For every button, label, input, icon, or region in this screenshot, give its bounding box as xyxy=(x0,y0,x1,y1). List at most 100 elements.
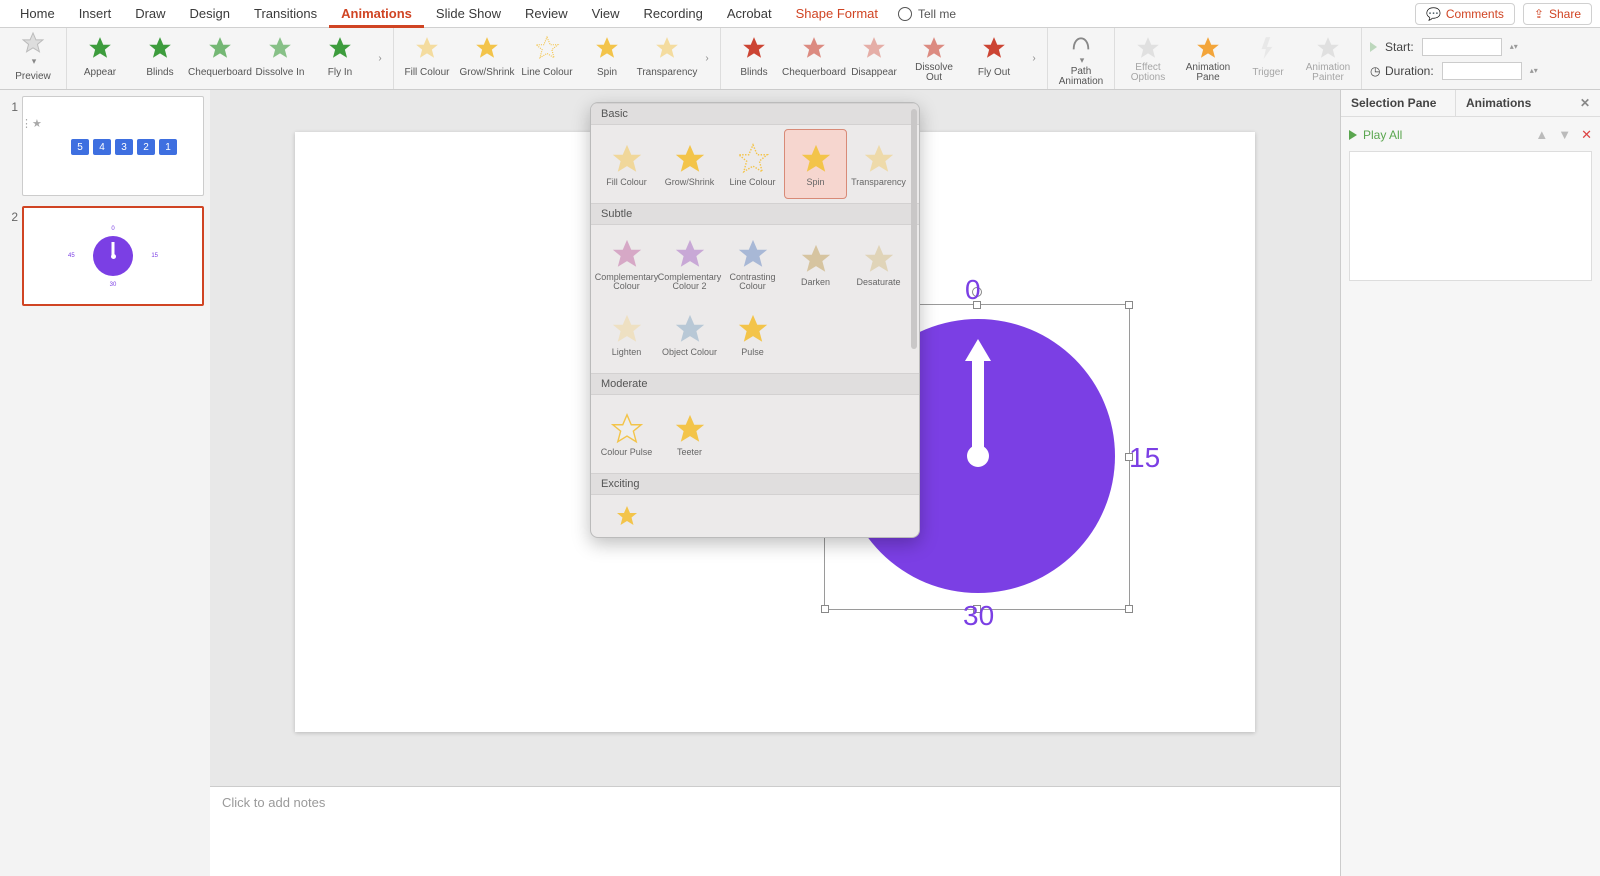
resize-handle[interactable] xyxy=(821,605,829,613)
resize-handle[interactable] xyxy=(1125,605,1133,613)
preview-button[interactable]: ▾ Preview xyxy=(6,31,60,87)
close-pane-button[interactable]: ✕ xyxy=(1570,90,1600,116)
entrance-blinds[interactable]: Blinds xyxy=(133,31,187,87)
gallery-item-lighten[interactable]: Lighten xyxy=(595,299,658,369)
move-down-button[interactable]: ▼ xyxy=(1558,127,1571,143)
side-panels: Selection Pane Animations ✕ Play All ▲ ▼… xyxy=(1340,90,1600,876)
emphasis-transparency[interactable]: Transparency xyxy=(640,31,694,87)
gallery-item-exciting-1[interactable] xyxy=(595,499,658,533)
menu-tabbar: Home Insert Draw Design Transitions Anim… xyxy=(0,0,1600,28)
duration-spinner[interactable]: ▴▾ xyxy=(1530,68,1542,74)
emphasis-fillcolour[interactable]: Fill Colour xyxy=(400,31,454,87)
gallery-item-teeter[interactable]: Teeter xyxy=(658,399,721,469)
gallery-item-desaturate[interactable]: Desaturate xyxy=(847,229,910,299)
entrance-chequerboard[interactable]: Chequerboard xyxy=(193,31,247,87)
animation-pane-button[interactable]: Animation Pane xyxy=(1181,31,1235,87)
star-icon xyxy=(534,35,560,61)
clock-label-15: 15 xyxy=(1129,442,1160,474)
exit-chequerboard[interactable]: Chequerboard xyxy=(787,31,841,87)
gallery-item-linecolour[interactable]: Line Colour xyxy=(721,129,784,199)
exit-label: Dissolve Out xyxy=(907,63,961,83)
tab-transitions[interactable]: Transitions xyxy=(242,0,329,28)
duration-input[interactable] xyxy=(1442,62,1522,80)
gallery-item-compcolour[interactable]: Complementary Colour xyxy=(595,229,658,299)
tab-design[interactable]: Design xyxy=(178,0,242,28)
start-input[interactable] xyxy=(1422,38,1502,56)
animation-list[interactable] xyxy=(1349,151,1592,281)
trigger-button[interactable]: Trigger xyxy=(1241,31,1295,87)
preview-star-icon xyxy=(20,31,46,55)
emphasis-more[interactable]: › xyxy=(700,53,714,64)
trigger-label: Trigger xyxy=(1252,63,1283,83)
star-icon xyxy=(673,237,707,271)
tab-draw[interactable]: Draw xyxy=(123,0,177,28)
tab-review[interactable]: Review xyxy=(513,0,580,28)
selection-pane-tab[interactable]: Selection Pane xyxy=(1341,90,1455,116)
clock-label-30: 30 xyxy=(963,600,994,632)
emphasis-growshrink[interactable]: Grow/Shrink xyxy=(460,31,514,87)
entrance-effects-group: Appear Blinds Chequerboard Dissolve In F… xyxy=(67,28,394,89)
entrance-dissolvein[interactable]: Dissolve In xyxy=(253,31,307,87)
star-icon xyxy=(799,242,833,276)
gallery-item-label: Spin xyxy=(806,178,824,187)
tab-animations[interactable]: Animations xyxy=(329,0,424,28)
exit-blinds[interactable]: Blinds xyxy=(727,31,781,87)
emphasis-linecolour[interactable]: Line Colour xyxy=(520,31,574,87)
timing-group: Start: ▴▾ ◷ Duration: ▴▾ xyxy=(1362,28,1550,89)
gallery-item-spin[interactable]: Spin xyxy=(784,129,847,199)
star-icon xyxy=(741,35,767,61)
tab-shapeformat[interactable]: Shape Format xyxy=(784,0,890,28)
start-label: Start: xyxy=(1385,40,1414,54)
exit-flyout[interactable]: Fly Out xyxy=(967,31,1021,87)
gallery-scrollbar[interactable] xyxy=(911,109,917,531)
gallery-item-growshrink[interactable]: Grow/Shrink xyxy=(658,129,721,199)
exit-effects-group: Blinds Chequerboard Disappear Dissolve O… xyxy=(721,28,1048,89)
gallery-item-transparency[interactable]: Transparency xyxy=(847,129,910,199)
path-animation-button[interactable]: ▾Path Animation xyxy=(1054,31,1108,87)
path-icon xyxy=(1068,31,1094,53)
exit-more[interactable]: › xyxy=(1027,53,1041,64)
gallery-item-compcolour2[interactable]: Complementary Colour 2 xyxy=(658,229,721,299)
entrance-flyin[interactable]: Fly In xyxy=(313,31,367,87)
tab-acrobat[interactable]: Acrobat xyxy=(715,0,784,28)
slide-thumb-1[interactable]: ⋮★ 5 4 3 2 1 xyxy=(22,96,204,196)
gallery-item-darken[interactable]: Darken xyxy=(784,229,847,299)
star-icon xyxy=(654,35,680,61)
tab-view[interactable]: View xyxy=(580,0,632,28)
tab-recording[interactable]: Recording xyxy=(632,0,715,28)
chevron-down-icon: ▾ xyxy=(32,56,37,66)
delete-animation-button[interactable]: ✕ xyxy=(1581,127,1592,143)
gallery-item-colourpulse[interactable]: Colour Pulse xyxy=(595,399,658,469)
lightning-icon xyxy=(1255,35,1281,61)
tell-me-search[interactable]: Tell me xyxy=(898,7,956,21)
tab-home[interactable]: Home xyxy=(8,0,67,28)
tab-insert[interactable]: Insert xyxy=(67,0,124,28)
comments-button[interactable]: 💬 Comments xyxy=(1415,3,1515,25)
gallery-item-objectcolour[interactable]: Object Colour xyxy=(658,299,721,369)
emphasis-spin[interactable]: Spin xyxy=(580,31,634,87)
start-spinner[interactable]: ▴▾ xyxy=(1510,44,1522,50)
play-all-button[interactable]: Play All xyxy=(1363,128,1402,142)
entrance-more[interactable]: › xyxy=(373,53,387,64)
gallery-item-label: Transparency xyxy=(851,178,906,187)
slide-thumb-2[interactable]: 0 30 15 45 xyxy=(22,206,204,306)
gallery-item-fillcolour[interactable]: Fill Colour xyxy=(595,129,658,199)
notes-pane[interactable]: Click to add notes xyxy=(210,786,1340,876)
animation-painter-button[interactable]: Animation Painter xyxy=(1301,31,1355,87)
exit-disappear[interactable]: Disappear xyxy=(847,31,901,87)
tab-slideshow[interactable]: Slide Show xyxy=(424,0,513,28)
star-icon xyxy=(207,35,233,61)
entrance-appear[interactable]: Appear xyxy=(73,31,127,87)
entrance-label: Blinds xyxy=(146,63,173,83)
gallery-item-label: Desaturate xyxy=(856,278,900,287)
thumb2-clock xyxy=(93,236,133,276)
exit-dissolveout[interactable]: Dissolve Out xyxy=(907,31,961,87)
animations-pane-tab[interactable]: Animations xyxy=(1455,90,1570,116)
effect-options-button[interactable]: Effect Options xyxy=(1121,31,1175,87)
gallery-item-label: Line Colour xyxy=(729,178,775,187)
move-up-button[interactable]: ▲ xyxy=(1535,127,1548,143)
gallery-item-contrasting[interactable]: Contrasting Colour xyxy=(721,229,784,299)
gallery-item-pulse[interactable]: Pulse xyxy=(721,299,784,369)
resize-handle[interactable] xyxy=(1125,301,1133,309)
share-button[interactable]: ⇪ Share xyxy=(1523,3,1592,25)
